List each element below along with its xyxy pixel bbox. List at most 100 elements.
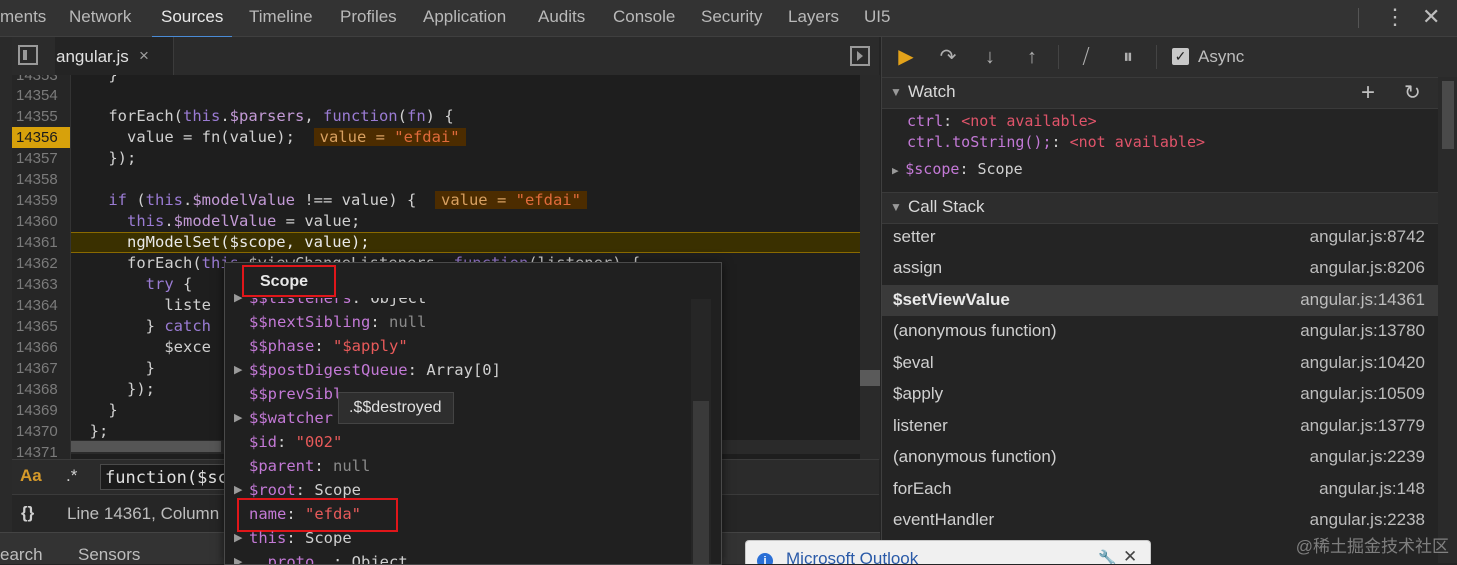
popover-scroll-thumb[interactable] (693, 401, 709, 564)
call-frame-selected[interactable]: $setViewValue angular.js:14361 (882, 285, 1438, 316)
code-line: try { (145, 275, 193, 293)
deactivate-breakpoints-icon[interactable]: ⧸ (1072, 43, 1100, 71)
line-number: 14370 (16, 423, 58, 440)
property-row[interactable]: $$nextSibling: null (249, 310, 426, 334)
refresh-icon[interactable]: ↻ (1404, 80, 1421, 105)
drawer-tab-sensors[interactable]: Sensors (78, 545, 140, 565)
code-line: forEach(this.$parsers, function(fn) { (71, 107, 454, 125)
tab-application[interactable]: Application (423, 0, 506, 36)
call-frame[interactable]: listener angular.js:13779 (882, 411, 1438, 442)
regex-toggle[interactable]: .* (66, 466, 77, 486)
property-row[interactable]: this: Scope (249, 526, 352, 550)
property-tooltip: .$$destroyed (338, 392, 454, 424)
more-menu-icon[interactable]: ⋮ (1384, 0, 1406, 36)
info-icon: i (757, 553, 773, 564)
code-line: }); (71, 380, 155, 398)
line-number: 14363 (16, 276, 58, 293)
drawer-tab-search[interactable]: earch (0, 545, 43, 565)
property-row[interactable]: $$phase: "$apply" (249, 334, 408, 358)
breakpoint-line-number[interactable]: 14356 (12, 127, 70, 148)
tab-console[interactable]: Console (613, 0, 675, 36)
toolbar-divider (1358, 8, 1360, 28)
watch-item[interactable]: ctrl: <not available> (907, 112, 1097, 130)
watch-section-header[interactable]: ▼ Watch + ↻ (882, 77, 1438, 109)
tab-profiles[interactable]: Profiles (340, 0, 397, 36)
inline-value: value = "efdai" (313, 128, 466, 146)
tab-network[interactable]: Network (69, 0, 131, 36)
collapse-triangle-icon: ▼ (890, 85, 902, 99)
expand-triangle-icon[interactable]: ▶ (234, 526, 242, 550)
toggle-debugger-icon[interactable] (850, 46, 870, 66)
watermark: @稀土掘金技术社区 (1295, 537, 1449, 556)
line-number: 14371 (16, 444, 58, 460)
line-number: 14365 (16, 318, 58, 335)
tab-security[interactable]: Security (701, 0, 762, 36)
object-preview-popover[interactable]: Scope ▶ $$listeners: Object $$nextSiblin… (224, 262, 722, 565)
watch-title: Watch (908, 82, 956, 101)
property-row[interactable]: $parent: null (249, 454, 370, 478)
call-frame[interactable]: assign angular.js:8206 (882, 253, 1438, 284)
sidebar-scroll-thumb[interactable] (1442, 81, 1454, 149)
debugger-toolbar: ▶ ↷ ↓ ↑ ⧸ ⏸ ✓ Async (882, 37, 1457, 78)
pretty-print-button[interactable]: {} (21, 503, 34, 523)
close-icon[interactable]: ✕ (1422, 0, 1440, 36)
line-number: 14367 (16, 360, 58, 377)
navigator-collapsed-strip (0, 37, 12, 563)
editor-hscroll-thumb[interactable] (71, 441, 221, 452)
property-row[interactable]: $$postDigestQueue: Array[0] (249, 358, 501, 382)
pause-on-exceptions-icon[interactable]: ⏸ (1114, 43, 1142, 71)
property-row[interactable]: $$watcher (249, 406, 333, 430)
outlook-notification[interactable]: i Microsoft Outlook 🔧 ✕ (745, 540, 1151, 564)
expand-triangle-icon[interactable]: ▶ (234, 358, 242, 382)
editor-vertical-scrollbar[interactable] (860, 75, 880, 460)
tab-ui5[interactable]: UI5 (864, 0, 890, 36)
watch-scope-item[interactable]: ▶ $scope: Scope (892, 160, 1023, 178)
add-watch-icon[interactable]: + (1361, 79, 1375, 107)
call-stack-section-header[interactable]: ▼ Call Stack (882, 192, 1438, 224)
call-stack-title: Call Stack (908, 197, 985, 216)
highlight-box (242, 265, 336, 297)
step-into-icon[interactable]: ↓ (976, 43, 1004, 71)
code-line: }); (71, 149, 137, 167)
tab-elements[interactable]: ments (0, 0, 46, 36)
editor-scroll-thumb[interactable] (860, 370, 880, 386)
match-case-toggle[interactable]: Aa (20, 466, 42, 486)
code-line: this.$modelValue = value; (127, 212, 361, 230)
call-frame[interactable]: $apply angular.js:10509 (882, 379, 1438, 410)
call-frame[interactable]: setter angular.js:8742 (882, 222, 1438, 253)
code-line: if (this.$modelValue !== value) { value … (71, 190, 587, 211)
expand-triangle-icon[interactable]: ▶ (234, 286, 242, 310)
line-number: 14355 (16, 108, 58, 125)
resume-icon[interactable]: ▶ (892, 43, 920, 71)
call-frame[interactable]: $eval angular.js:10420 (882, 348, 1438, 379)
toolbar-divider (1058, 45, 1059, 69)
tab-layers[interactable]: Layers (788, 0, 839, 36)
expand-triangle-icon: ▶ (892, 164, 906, 177)
property-row[interactable]: $$prevSibl (249, 382, 342, 406)
expand-triangle-icon[interactable]: ▶ (234, 406, 242, 430)
async-checkbox[interactable]: ✓ (1172, 48, 1189, 65)
watch-item[interactable]: ctrl.toString();: <not available> (907, 133, 1205, 151)
settings-wrench-icon[interactable]: 🔧 (1098, 549, 1117, 564)
call-frame[interactable]: (anonymous function) angular.js:13780 (882, 316, 1438, 347)
close-tab-icon[interactable]: × (139, 46, 149, 66)
call-frame[interactable]: forEach angular.js:148 (882, 474, 1438, 505)
tab-sources[interactable]: Sources (152, 0, 233, 38)
devtools-tab-bar: ments Network Sources Timeline Profiles … (0, 0, 1457, 38)
editor-tab-bar: angular.js × (12, 37, 879, 76)
line-number-gutter[interactable]: 14353 14354 14355 14356 14357 14358 1435… (12, 75, 71, 460)
line-number: 14368 (16, 381, 58, 398)
tab-audits[interactable]: Audits (538, 0, 585, 36)
line-number: 14357 (16, 150, 58, 167)
call-frame[interactable]: (anonymous function) angular.js:2239 (882, 442, 1438, 473)
step-over-icon[interactable]: ↷ (934, 43, 962, 71)
property-row[interactable]: $id: "002" (249, 430, 342, 454)
code-line: value = fn(value); value = "efdai" (71, 127, 466, 148)
collapse-triangle-icon: ▼ (890, 200, 902, 214)
file-tab-angular[interactable]: angular.js × (55, 37, 174, 75)
tab-timeline[interactable]: Timeline (249, 0, 313, 36)
close-icon[interactable]: ✕ (1123, 547, 1137, 564)
step-out-icon[interactable]: ↑ (1018, 43, 1046, 71)
toggle-navigator-icon[interactable] (18, 45, 38, 65)
sidebar-scrollbar[interactable] (1438, 77, 1457, 563)
